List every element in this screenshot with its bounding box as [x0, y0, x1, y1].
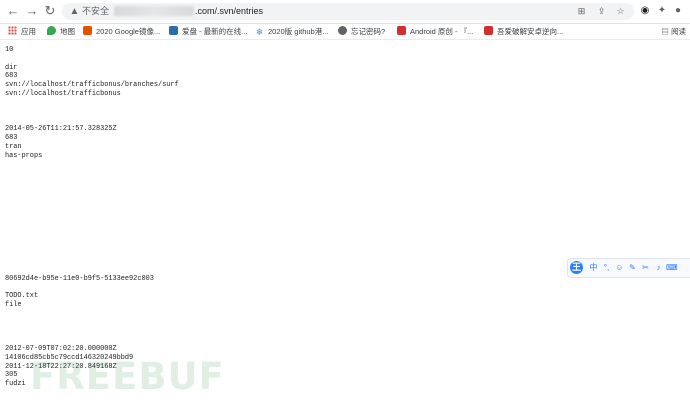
warning-triangle-icon[interactable]: ▲	[69, 6, 80, 17]
globe-icon	[338, 26, 347, 35]
bookmark-forgot-password[interactable]: 忘记密码?	[338, 25, 385, 38]
security-label[interactable]: 不安全	[82, 6, 109, 17]
address-bar[interactable]: ▲ 不安全 .com/.svn/entries ⊞ ⇪ ☆	[62, 3, 634, 20]
puzzle-icon[interactable]: ✦	[656, 5, 668, 17]
ime-logo[interactable]: 王	[570, 261, 583, 274]
chinese-mode-icon[interactable]: 中	[588, 262, 599, 273]
bookmark-label: 地图	[60, 27, 75, 36]
reading-list-icon: ▤	[661, 27, 671, 36]
bookmark-apps[interactable]: 应用	[8, 25, 36, 38]
reload-icon[interactable]: ↻	[43, 4, 57, 18]
svn-entries-text: 10 dir 683 svn://localhost/trafficbonus/…	[5, 46, 179, 389]
profile-icon[interactable]: ●	[672, 5, 684, 17]
maps-pin-icon	[47, 26, 56, 35]
bookmark-label: Android 原创 - 『...	[410, 27, 474, 36]
screenshot-icon[interactable]: ✂	[640, 262, 651, 273]
snowflake-icon: ❄	[255, 27, 264, 37]
voice-icon[interactable]: ♪	[653, 262, 664, 273]
keyboard-icon[interactable]: ⌨	[666, 262, 678, 273]
bookmark-52pojie[interactable]: 吾爱破解安卓逆向...	[484, 25, 563, 38]
punctuation-icon[interactable]: °,	[601, 262, 612, 273]
favicon-icon	[169, 26, 178, 35]
bookmark-label: 2020 Google镜像...	[96, 27, 161, 36]
translate-icon[interactable]: ⊞	[576, 6, 587, 17]
reading-list[interactable]: ▤ 阅读	[661, 25, 686, 38]
bookmark-label: 应用	[21, 27, 36, 36]
url-host-redacted	[114, 6, 194, 16]
emoji-icon[interactable]: ☺	[614, 262, 625, 273]
favicon-icon	[397, 26, 406, 35]
browser-toolbar: ← → ↻ ▲ 不安全 .com/.svn/entries ⊞ ⇪ ☆ ◉ ✦ …	[0, 0, 690, 24]
favicon-icon	[83, 26, 92, 35]
ime-toolbar[interactable]: 王 中 °, ☺ ✎ ✂ ♪ ⌨	[567, 258, 690, 278]
bookmarks-bar: 应用 地图 2020 Google镜像... 爱盘 - 最新的在线... ❄ 20…	[0, 24, 690, 39]
bookmark-aipan[interactable]: 爱盘 - 最新的在线...	[169, 25, 247, 38]
reading-list-label: 阅读	[671, 27, 686, 36]
star-icon[interactable]: ☆	[615, 6, 626, 17]
apps-grid-icon	[8, 26, 17, 35]
forward-arrow-icon[interactable]: →	[25, 4, 39, 18]
favicon-icon	[484, 26, 493, 35]
share-icon[interactable]: ⇪	[596, 6, 607, 17]
freebuf-watermark: FREEBUF	[30, 355, 225, 398]
bookmark-google-mirror[interactable]: 2020 Google镜像...	[83, 25, 160, 38]
bookmark-label: 2020版 github港...	[268, 27, 329, 36]
bookmark-github[interactable]: ❄ 2020版 github港...	[255, 25, 329, 38]
toolbar-divider	[0, 39, 690, 40]
bookmark-maps[interactable]: 地图	[47, 25, 75, 38]
bookmark-label: 忘记密码?	[351, 27, 386, 36]
handwriting-icon[interactable]: ✎	[627, 262, 638, 273]
bookmark-label: 吾爱破解安卓逆向...	[497, 27, 564, 36]
bookmark-android[interactable]: Android 原创 - 『...	[397, 25, 473, 38]
url-text[interactable]: .com/.svn/entries	[195, 6, 263, 17]
record-icon[interactable]: ◉	[639, 5, 651, 17]
back-arrow-icon[interactable]: ←	[6, 4, 20, 18]
bookmark-label: 爱盘 - 最新的在线...	[182, 27, 248, 36]
